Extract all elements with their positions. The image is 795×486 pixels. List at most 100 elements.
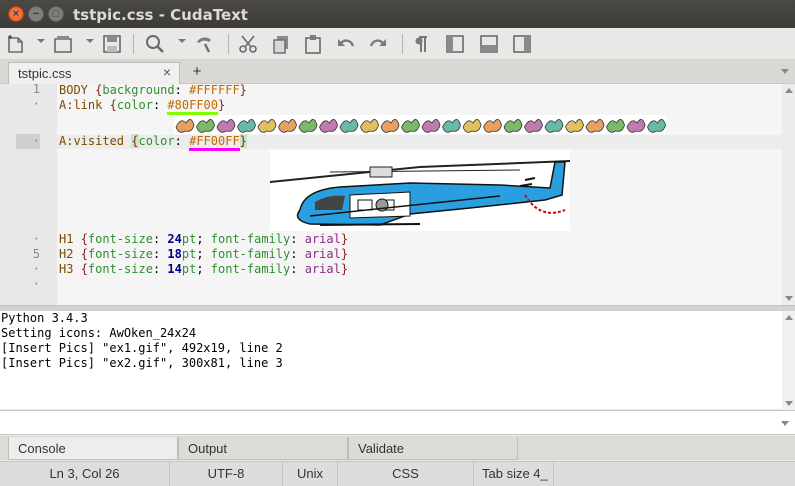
tab-close-icon[interactable]: × [163,64,171,80]
css-value: arial [304,262,341,276]
goto-icon[interactable] [193,33,215,55]
status-caret-position[interactable]: Ln 3, Col 26 [0,462,170,486]
line-number: · [32,232,40,246]
css-selector: BODY [59,83,88,97]
css-selector: H3 [59,262,74,276]
scroll-down-icon[interactable] [785,401,793,406]
tab-console[interactable]: Console [8,437,178,460]
open-file-icon[interactable] [52,33,74,55]
css-property: font-family [210,247,291,261]
toggle-sidebar-icon[interactable] [444,33,466,55]
brace-highlighted: } [239,134,247,148]
leaf-shape [565,119,584,133]
semicolon: ; [196,232,204,246]
leaf-shape [216,119,236,133]
tabs-menu-icon[interactable] [781,69,789,74]
add-tab-button[interactable]: + [186,62,208,84]
tab-validate[interactable]: Validate [348,437,518,460]
colon: : [174,83,182,97]
line-number: · [32,97,40,111]
css-property: color [116,98,153,112]
css-property: font-size [87,262,153,276]
cut-icon[interactable] [237,33,259,55]
window-maximize-button[interactable]: □ [48,6,64,22]
tab-output[interactable]: Output [178,437,348,460]
colon: : [174,134,182,148]
leaf-shape [647,119,666,133]
toolbar-separator [228,34,229,54]
title-bar: × − □ tstpic.css - CudaText [0,0,795,28]
find-dropdown-icon[interactable] [178,39,186,43]
paste-icon[interactable] [302,33,324,55]
brace: } [340,247,349,261]
window-minimize-button[interactable]: − [28,6,44,22]
code-editor[interactable]: 1 · · · 5 · · BODY {background: #FFFFFF}… [0,82,795,305]
toggle-side-panel-icon[interactable] [511,33,533,55]
leaf-shape [524,119,543,133]
find-icon[interactable] [144,33,166,55]
status-tab-size[interactable]: Tab size 4_ [474,462,554,486]
status-lexer[interactable]: CSS [338,462,474,486]
css-number: 24 [167,232,182,246]
leaf-shape [257,119,277,133]
inserted-picture-ex2 [270,150,570,231]
css-property: font-size [87,232,153,246]
open-file-dropdown-icon[interactable] [86,39,94,43]
tab-label: tstpic.css [18,66,72,81]
status-line-ends[interactable]: Unix [283,462,338,486]
leaf-shape [462,119,482,133]
console-output[interactable]: Python 3.4.3 Setting icons: AwOken_24x24… [0,310,795,410]
brace: { [109,98,117,112]
tab-bar: tstpic.css × + [0,60,795,84]
console-line: Python 3.4.3 [1,311,88,325]
scroll-up-icon[interactable] [785,315,793,320]
css-property: font-size [87,247,153,261]
tab-label: Console [18,441,66,456]
brace-highlighted: { [131,134,139,148]
brace: } [218,98,226,112]
leaf-shape [421,119,441,133]
show-unprinted-icon[interactable] [410,33,432,55]
semicolon: ; [196,262,204,276]
console-line: Setting icons: AwOken_24x24 [1,326,197,340]
leaf-shape [278,119,297,133]
leaf-shape [626,119,646,133]
css-property: font-family [210,262,291,276]
tab-tstpic-css[interactable]: tstpic.css × [8,62,180,84]
inserted-picture-ex1 [174,115,666,134]
console-vertical-scrollbar[interactable] [782,311,795,410]
status-encoding[interactable]: UTF-8 [170,462,283,486]
css-value: arial [304,247,341,261]
line-number-gutter: 1 · · · 5 · · [0,82,57,305]
leaf-shape [339,119,359,133]
toolbar-separator [402,34,403,54]
undo-icon[interactable] [335,33,357,55]
toggle-bottom-panel-icon[interactable] [478,33,500,55]
brace: } [340,232,349,246]
leaf-shape [380,119,400,133]
save-icon[interactable] [101,33,123,55]
css-unit: pt [181,232,197,246]
console-history-dropdown-icon[interactable] [781,421,789,426]
console-input[interactable] [0,410,795,435]
css-pseudo-class: :link [66,98,103,112]
editor-vertical-scrollbar[interactable] [782,84,795,305]
code-line-1: BODY {background: #FFFFFF} [59,83,247,98]
scroll-down-icon[interactable] [785,296,793,301]
copy-icon[interactable] [270,33,292,55]
line-number: 1 [32,82,40,96]
brace: { [80,247,88,261]
leaf-shape [319,119,338,133]
tab-label: Validate [358,441,405,456]
leaf-shape [196,119,215,133]
window-close-button[interactable]: × [8,6,24,22]
redo-icon[interactable] [367,33,389,55]
new-file-icon[interactable] [5,33,27,55]
toolbar-separator [133,34,134,54]
leaf-shape [360,119,379,133]
leaf-shape [401,119,420,133]
new-file-dropdown-icon[interactable] [37,39,45,43]
leaf-shape [298,119,318,133]
brace: } [340,262,349,276]
scroll-up-icon[interactable] [785,88,793,93]
